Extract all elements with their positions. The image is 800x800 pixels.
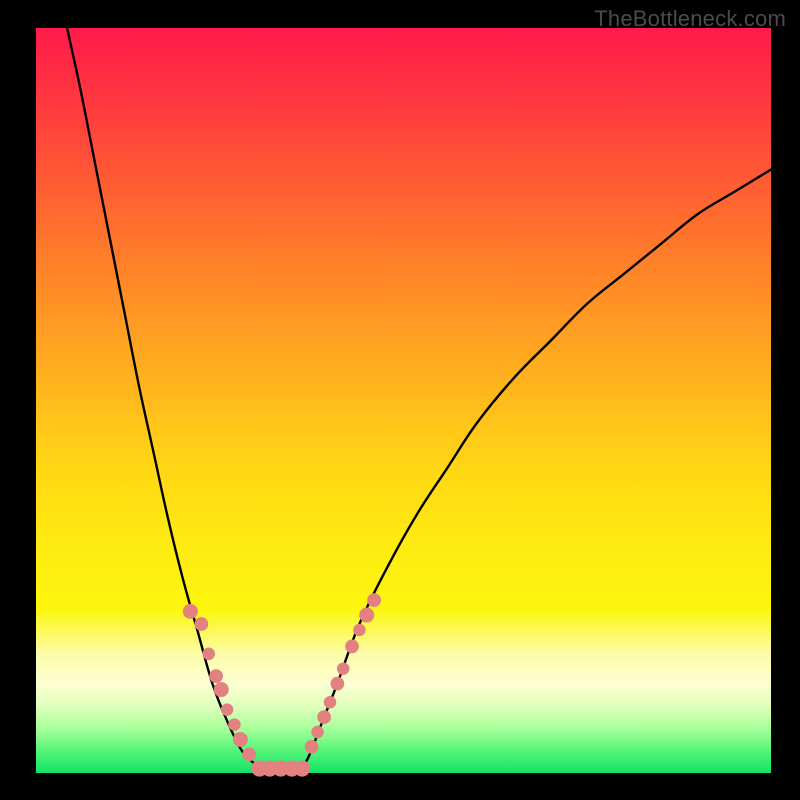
watermark-label: TheBottleneck.com <box>594 6 786 32</box>
chart-frame: TheBottleneck.com <box>0 0 800 800</box>
chart-gradient-background <box>36 28 771 773</box>
